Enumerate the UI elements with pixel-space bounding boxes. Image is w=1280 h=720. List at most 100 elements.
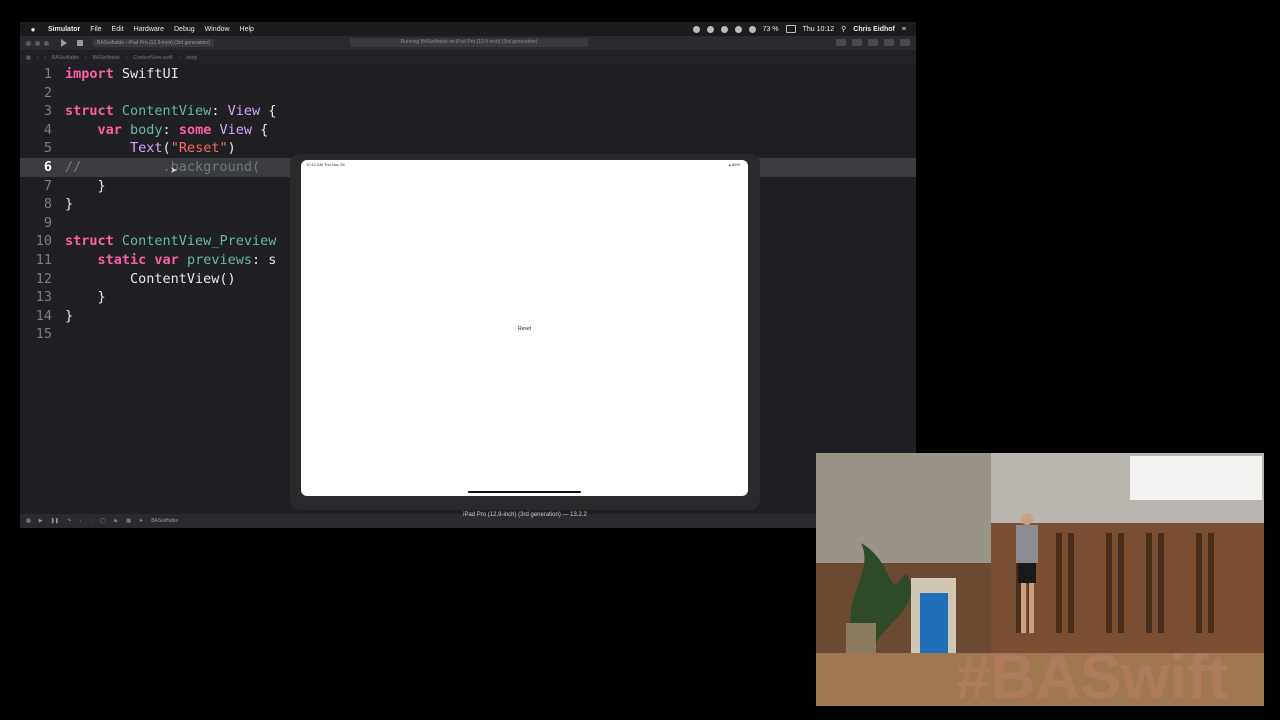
home-indicator[interactable]	[468, 491, 581, 493]
status-icon[interactable]	[692, 25, 700, 33]
type-ref: View	[211, 121, 252, 138]
code-text: ContentView()	[65, 270, 236, 287]
zoom-icon[interactable]	[44, 40, 49, 46]
line-number: 4	[43, 121, 52, 138]
keyword: struct	[65, 103, 114, 120]
grid-icon[interactable]: ▦	[26, 55, 31, 61]
identifier: previews	[178, 252, 252, 268]
battery-icon[interactable]	[785, 25, 796, 33]
menu-help[interactable]: Help	[240, 26, 254, 33]
identifier: body	[121, 121, 163, 138]
jumpbar-group[interactable]: BASwiftable	[93, 55, 120, 61]
keyword: static	[97, 252, 147, 268]
scheme-name: BASwiftable	[97, 40, 124, 46]
menu-user[interactable]: Chris Eidhof	[853, 26, 895, 33]
library-icon[interactable]	[836, 39, 846, 46]
code-text: }	[65, 177, 106, 194]
line-number: 2	[43, 84, 52, 101]
line-number: 3	[43, 103, 52, 120]
menu-debug[interactable]: Debug	[174, 26, 195, 33]
close-icon[interactable]	[26, 40, 31, 46]
pause-icon[interactable]: ❚❚	[51, 518, 59, 524]
jump-bar: ▦ ‹ › BASwiftable › BASwiftable › ContentV…	[20, 52, 916, 64]
bluetooth-icon[interactable]	[720, 25, 728, 33]
debug-toggle-icon[interactable]	[884, 39, 894, 46]
line-number: 9	[43, 214, 52, 231]
menu-hardware[interactable]: Hardware	[134, 26, 164, 33]
menu-window[interactable]: Window	[205, 26, 230, 33]
line-number: 5	[43, 140, 52, 157]
line-number: 10	[35, 233, 52, 250]
simulator-screen[interactable]: 10:12 AM Thu Nov 28 ▴ 86% Reset	[301, 160, 748, 496]
jumpbar-symbol[interactable]: body	[186, 55, 197, 61]
menu-clock[interactable]: Thu 10:12	[803, 26, 835, 33]
jumpbar-project[interactable]: BASwiftable	[52, 55, 79, 61]
location-icon[interactable]: ➤	[139, 518, 143, 524]
type-name: ContentView_Preview	[113, 233, 277, 250]
environment-icon[interactable]: ▦	[126, 518, 131, 524]
minimize-icon[interactable]	[35, 40, 40, 46]
line-number: 7	[43, 177, 52, 194]
code-text: : s	[251, 252, 277, 268]
menu-file[interactable]: File	[90, 26, 101, 33]
banner-text: #BASwift	[956, 643, 1228, 706]
breakpoints-icon[interactable]: ▶	[39, 518, 43, 524]
code-text: }	[65, 289, 106, 306]
memory-graph-icon[interactable]: ☯	[114, 518, 118, 524]
camera-feed: #BASwift	[816, 453, 1264, 706]
line-number: 8	[43, 196, 52, 213]
hide-debug-icon[interactable]: ▩	[26, 518, 31, 524]
back-icon[interactable]: ‹	[37, 55, 39, 61]
debug-target-label: BASwiftable	[151, 518, 179, 524]
menu-app-name[interactable]: Simulator	[48, 26, 80, 33]
apple-menu-icon[interactable]: ●	[28, 25, 38, 34]
step-in-icon[interactable]: ↓	[79, 518, 82, 524]
simulator-window-title: iPad Pro (12.9-inch) (3rd generation) — …	[463, 512, 587, 518]
code-text: {	[260, 103, 277, 120]
code-line: 2	[20, 84, 916, 103]
device-name: iPad Pro (12.9-inch) (3rd generation)	[128, 40, 210, 46]
control-center-icon[interactable]: ≡	[902, 26, 906, 33]
code-text: }	[65, 196, 74, 213]
step-over-icon[interactable]: ↷	[67, 518, 71, 524]
menu-edit[interactable]: Edit	[112, 26, 124, 33]
code-line: 3 struct ContentView: View {	[20, 102, 916, 121]
scheme-selector[interactable]: BASwiftable › iPad Pro (12.9-inch) (3rd …	[93, 39, 214, 47]
inspector-toggle-icon[interactable]	[900, 39, 910, 46]
line-number: 13	[35, 289, 52, 306]
spotlight-icon[interactable]: ⚲	[841, 25, 846, 33]
comment-marker: //	[65, 159, 82, 175]
dropbox-icon[interactable]	[706, 25, 714, 33]
jumpbar-file[interactable]: ContentView.swift	[133, 55, 172, 61]
forward-icon[interactable]: ›	[44, 55, 46, 61]
step-out-icon[interactable]: ↑	[90, 518, 93, 524]
code-text: }	[65, 307, 74, 324]
line-number: 12	[35, 270, 52, 287]
navigator-toggle-icon[interactable]	[868, 39, 878, 46]
string-literal: "Reset"	[170, 140, 228, 157]
code-line: 1 import SwiftUI	[20, 65, 916, 84]
code-line: 4 var body: some View {	[20, 121, 916, 140]
xcode-toolbar: BASwiftable › iPad Pro (12.9-inch) (3rd …	[20, 36, 916, 50]
keyword: some	[178, 121, 212, 138]
stop-button[interactable]	[77, 40, 83, 46]
code-text: )	[227, 140, 236, 157]
keyword: var	[97, 121, 122, 138]
code-review-icon[interactable]	[852, 39, 862, 46]
run-button[interactable]	[61, 39, 67, 47]
keyword: var	[146, 252, 179, 268]
line-number: 15	[35, 326, 52, 343]
volume-icon[interactable]	[748, 25, 756, 33]
view-debugger-icon[interactable]: ◯	[100, 518, 106, 524]
code-text: {	[251, 121, 269, 138]
wifi-icon[interactable]	[734, 25, 742, 33]
keyword: import	[65, 66, 114, 82]
activity-status: Running BASwiftable on iPad Pro (12.9-in…	[350, 38, 588, 47]
sim-status-battery: ▴ 86%	[728, 162, 740, 167]
type-name: ContentView	[113, 103, 212, 120]
line-number: 6	[43, 159, 52, 175]
battery-percent[interactable]: 73 %	[763, 26, 779, 33]
